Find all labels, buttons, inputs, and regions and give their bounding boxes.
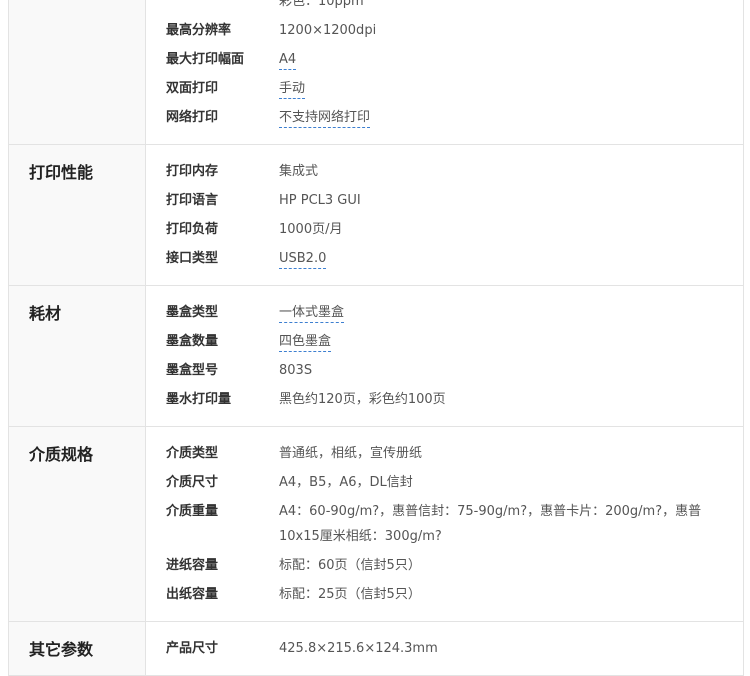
spec-value: 803S bbox=[279, 363, 313, 378]
spec-label: 墨盒类型 bbox=[166, 305, 219, 320]
spec-label: 打印内存 bbox=[166, 164, 219, 179]
spec-label: 接口类型 bbox=[166, 251, 219, 266]
spec-section-print-output: 彩色：10ppm 最高分辨率 1200×1200dpi 最大打印幅面 A4 双面… bbox=[9, 0, 743, 145]
spec-row-ink-yield: 墨水打印量 黑色约120页，彩色约100页 bbox=[146, 385, 743, 414]
spec-value: 1000页/月 bbox=[279, 222, 343, 237]
spec-row-max-size: 最大打印幅面 A4 bbox=[146, 45, 743, 74]
spec-label: 介质类型 bbox=[166, 446, 219, 461]
spec-row-network: 网络打印 不支持网络打印 bbox=[146, 103, 743, 132]
spec-value: A4：60-90g/m?，惠普信封：75-90g/m?，惠普卡片：200g/m?… bbox=[279, 504, 702, 544]
spec-label: 出纸容量 bbox=[166, 587, 219, 602]
spec-row-input-capacity: 进纸容量 标配：60页（信封5只） bbox=[146, 551, 743, 580]
spec-value-link[interactable]: 手动 bbox=[279, 81, 306, 99]
spec-section-other: 其它参数 产品尺寸 425.8×215.6×124.3mm bbox=[9, 622, 743, 676]
spec-section-performance: 打印性能 打印内存 集成式 打印语言 HP PCL3 GUI 打印负荷 1000… bbox=[9, 145, 743, 286]
spec-label: 最大打印幅面 bbox=[166, 52, 245, 67]
spec-value-link[interactable]: USB2.0 bbox=[279, 251, 327, 269]
spec-row-output-capacity: 出纸容量 标配：25页（信封5只） bbox=[146, 580, 743, 609]
spec-row-language: 打印语言 HP PCL3 GUI bbox=[146, 186, 743, 215]
spec-label: 介质重量 bbox=[166, 504, 219, 519]
spec-label: 墨盒型号 bbox=[166, 363, 219, 378]
spec-label: 墨水打印量 bbox=[166, 392, 232, 407]
spec-label: 进纸容量 bbox=[166, 558, 219, 573]
spec-row-media-weight: 介质重量 A4：60-90g/m?，惠普信封：75-90g/m?，惠普卡片：20… bbox=[146, 497, 743, 551]
spec-row-interface: 接口类型 USB2.0 bbox=[146, 244, 743, 273]
spec-label: 打印语言 bbox=[166, 193, 219, 208]
section-title: 耗材 bbox=[9, 286, 146, 426]
spec-row-duplex: 双面打印 手动 bbox=[146, 74, 743, 103]
spec-row-resolution: 最高分辨率 1200×1200dpi bbox=[146, 16, 743, 45]
spec-label: 双面打印 bbox=[166, 81, 219, 96]
spec-value: 425.8×215.6×124.3mm bbox=[279, 641, 438, 656]
spec-row-cartridge-model: 墨盒型号 803S bbox=[146, 356, 743, 385]
spec-value-link[interactable]: 不支持网络打印 bbox=[279, 110, 371, 128]
spec-value: A4，B5，A6，DL信封 bbox=[279, 475, 413, 490]
spec-label: 网络打印 bbox=[166, 110, 219, 125]
spec-label: 打印负荷 bbox=[166, 222, 219, 237]
spec-value: 普通纸，相纸，宣传册纸 bbox=[279, 446, 423, 461]
spec-row-cartridge-type: 墨盒类型 一体式墨盒 bbox=[146, 298, 743, 327]
section-title: 介质规格 bbox=[9, 427, 146, 621]
spec-value: 黑色约120页，彩色约100页 bbox=[279, 392, 446, 407]
spec-section-consumables: 耗材 墨盒类型 一体式墨盒 墨盒数量 四色墨盒 墨盒型号 803S 墨水打印量 … bbox=[9, 286, 743, 427]
spec-value: 标配：25页（信封5只） bbox=[279, 587, 421, 602]
spec-table: 彩色：10ppm 最高分辨率 1200×1200dpi 最大打印幅面 A4 双面… bbox=[8, 0, 744, 676]
spec-row-media-size: 介质尺寸 A4，B5，A6，DL信封 bbox=[146, 468, 743, 497]
section-title: 其它参数 bbox=[9, 622, 146, 675]
spec-row-speed: 彩色：10ppm bbox=[146, 0, 743, 16]
spec-row-memory: 打印内存 集成式 bbox=[146, 157, 743, 186]
spec-value-link[interactable]: 一体式墨盒 bbox=[279, 305, 345, 323]
spec-row-duty: 打印负荷 1000页/月 bbox=[146, 215, 743, 244]
section-title bbox=[9, 0, 146, 144]
spec-value-link[interactable]: A4 bbox=[279, 52, 297, 70]
spec-value: HP PCL3 GUI bbox=[279, 193, 361, 208]
spec-row-cartridge-count: 墨盒数量 四色墨盒 bbox=[146, 327, 743, 356]
spec-value: 彩色：10ppm bbox=[279, 0, 364, 9]
spec-value-link[interactable]: 四色墨盒 bbox=[279, 334, 332, 352]
spec-row-dimensions: 产品尺寸 425.8×215.6×124.3mm bbox=[146, 634, 743, 663]
spec-label: 介质尺寸 bbox=[166, 475, 219, 490]
section-title: 打印性能 bbox=[9, 145, 146, 285]
spec-section-media: 介质规格 介质类型 普通纸，相纸，宣传册纸 介质尺寸 A4，B5，A6，DL信封… bbox=[9, 427, 743, 622]
spec-label: 产品尺寸 bbox=[166, 641, 219, 656]
spec-value: 集成式 bbox=[279, 164, 319, 179]
spec-value: 标配：60页（信封5只） bbox=[279, 558, 421, 573]
spec-row-media-type: 介质类型 普通纸，相纸，宣传册纸 bbox=[146, 439, 743, 468]
spec-value: 1200×1200dpi bbox=[279, 23, 377, 38]
spec-label: 墨盒数量 bbox=[166, 334, 219, 349]
spec-label: 最高分辨率 bbox=[166, 23, 232, 38]
